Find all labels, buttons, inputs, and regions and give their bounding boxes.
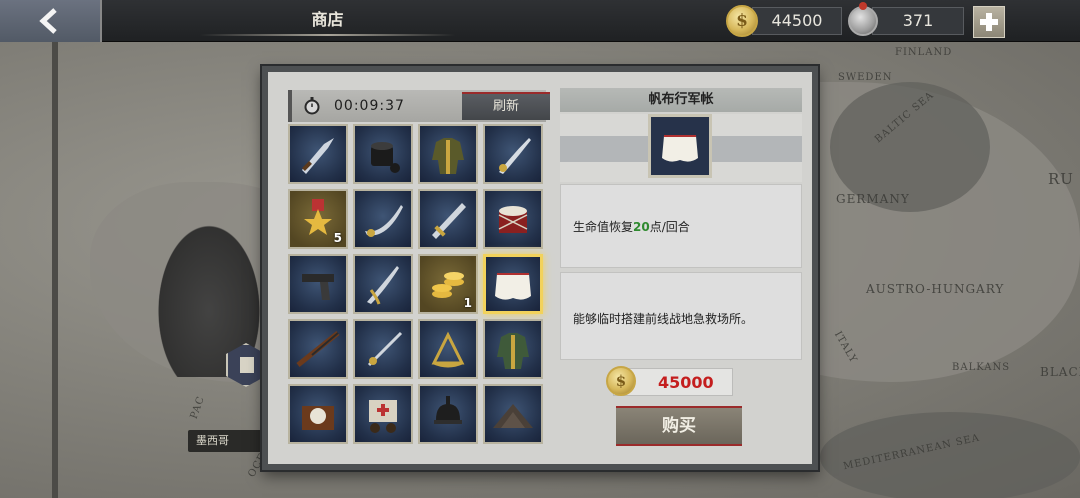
shop-item-slot[interactable]: 5: [288, 189, 348, 249]
item-name: 帆布行军帐: [560, 88, 802, 112]
item-effect: 生命值恢复20点/回合: [560, 184, 802, 268]
canvas-tent-icon: [662, 135, 698, 162]
map-label-pacific: PAC: [188, 394, 208, 421]
refresh-button[interactable]: 刷新: [462, 92, 550, 120]
medical-cart-icon: [369, 400, 397, 433]
map-label-finland: FINLAND: [895, 47, 953, 58]
shop-item-slot[interactable]: [418, 124, 478, 184]
rapier-icon: [367, 331, 403, 367]
shop-item-slot[interactable]: [418, 384, 478, 444]
shop-item-slot[interactable]: [353, 319, 413, 379]
refresh-timer: 00:09:37: [334, 98, 405, 114]
rifle-icon: [296, 331, 340, 367]
pocket-watch-case-icon: [302, 406, 334, 430]
top-bar: 商店 44500 $ 371: [0, 0, 1080, 42]
shop-item-slot[interactable]: [288, 384, 348, 444]
map-label-balkans: BALKANS: [952, 362, 1011, 373]
map-label-germany: GERMANY: [836, 192, 910, 206]
item-grid: 5 1: [288, 124, 550, 454]
shop-item-slot[interactable]: [418, 189, 478, 249]
gold-coin-icon: $: [606, 366, 636, 396]
map-label-austro-hungary: AUSTRO-HUNGARY: [866, 282, 1005, 296]
shop-panel: 00:09:37 刷新 5 1 帆布行军帐 生命值恢复20点/回合 能够临时搭建…: [262, 66, 818, 470]
sextant-icon: [431, 331, 465, 368]
shop-item-slot[interactable]: 1: [418, 254, 478, 314]
page-title: 商店: [311, 10, 344, 29]
item-count: 1: [463, 296, 472, 310]
map-label-russia: RU: [1048, 170, 1074, 188]
shop-item-slot-selected[interactable]: [483, 254, 543, 314]
shop-item-slot[interactable]: [483, 319, 543, 379]
city-tag[interactable]: 墨西哥: [188, 430, 262, 452]
gold-coin-icon: $: [726, 5, 758, 37]
gold-balance: 44500: [752, 7, 842, 35]
effect-value: 20: [633, 220, 650, 234]
sabre-icon: [499, 138, 531, 174]
shop-item-slot[interactable]: [483, 124, 543, 184]
add-currency-button[interactable]: [973, 6, 1005, 38]
drum-icon: [498, 206, 528, 233]
map-label-black-sea: BLACK: [1040, 365, 1080, 379]
shop-item-slot[interactable]: [288, 254, 348, 314]
canvas-tent-icon: [495, 273, 531, 300]
map-label-sweden: SWEDEN: [838, 72, 893, 83]
page-title-area: 商店: [200, 0, 455, 42]
refresh-timer-bar: 00:09:37 刷新: [288, 90, 550, 122]
plus-icon: [980, 13, 998, 31]
shop-item-slot[interactable]: [288, 124, 348, 184]
shop-item-slot[interactable]: [353, 384, 413, 444]
effect-suffix: 点/回合: [649, 220, 690, 234]
dirt-mound-icon: [493, 404, 533, 428]
item-count: 5: [333, 231, 342, 245]
title-underline: [200, 34, 455, 36]
buy-button[interactable]: 购买: [616, 406, 742, 446]
stopwatch-icon: [304, 97, 320, 115]
dagger-icon: [302, 138, 334, 174]
medal-amount: 371: [902, 11, 934, 30]
military-uniform-icon: [432, 138, 464, 174]
pistol-icon: [302, 274, 334, 300]
item-detail: 帆布行军帐 生命值恢复20点/回合 能够临时搭建前线战地急救场所。: [560, 88, 802, 360]
shop-item-slot[interactable]: [418, 319, 478, 379]
map-border: [52, 42, 58, 498]
shop-item-slot[interactable]: [353, 124, 413, 184]
shop-item-slot[interactable]: [288, 319, 348, 379]
shop-item-slot[interactable]: [483, 384, 543, 444]
medal-balance: 371: [872, 7, 964, 35]
item-price: 45000: [658, 373, 714, 392]
pickelhaube-helmet-icon: [434, 396, 462, 424]
effect-prefix: 生命值恢复: [573, 220, 634, 234]
item-description: 能够临时搭建前线战地急救场所。: [560, 272, 802, 360]
item-preview-band: [560, 114, 802, 182]
gold-amount: 44500: [771, 11, 823, 30]
officer-jacket-icon: [497, 333, 529, 369]
item-preview: [648, 114, 712, 178]
shop-item-slot[interactable]: [353, 254, 413, 314]
medal-currency-icon: [848, 2, 878, 36]
shop-item-slot[interactable]: [353, 189, 413, 249]
back-arrow-icon: [39, 8, 57, 34]
cavalry-sabre-icon: [367, 266, 399, 305]
back-button[interactable]: [0, 0, 102, 42]
curved-sword-icon: [365, 205, 403, 237]
map-sea: [820, 412, 1080, 498]
shop-item-slot[interactable]: [483, 189, 543, 249]
cooking-pot-icon: [371, 142, 400, 173]
price-display: $ 45000: [606, 366, 733, 396]
broadsword-icon: [432, 203, 466, 239]
